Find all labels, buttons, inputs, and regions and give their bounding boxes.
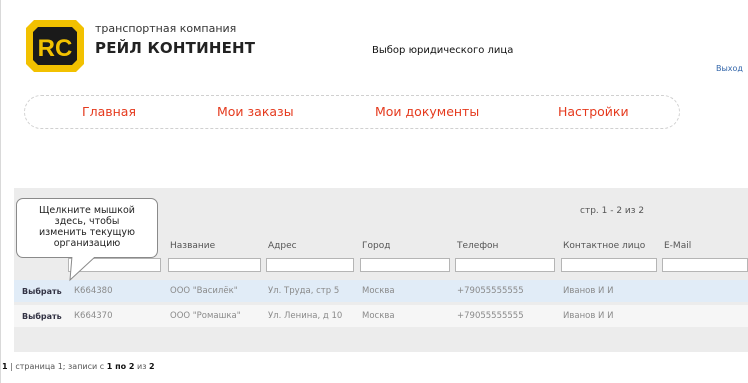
cell-name: ООО "Василёк" (170, 286, 238, 296)
cell-phone: +79055555555 (457, 311, 524, 321)
cell-address: Ул. Труда, стр 5 (268, 286, 340, 296)
company-type: транспортная компания (95, 22, 237, 35)
change-organization-tooltip: Щелкните мышкой здесь, чтобы изменить те… (16, 198, 158, 258)
records-of: из (134, 362, 150, 371)
filter-phone-input[interactable] (455, 258, 555, 272)
select-row-button[interactable]: Выбрать (22, 287, 62, 296)
cell-phone: +79055555555 (457, 286, 524, 296)
column-header-name[interactable]: Название (170, 241, 215, 251)
cell-contact: Иванов И И (563, 286, 614, 296)
svg-text:RC: RC (38, 35, 73, 62)
cell-contact: Иванов И И (563, 311, 614, 321)
cell-city: Москва (362, 311, 395, 321)
cell-name: ООО "Ромашка" (170, 311, 241, 321)
column-header-city[interactable]: Город (362, 241, 390, 251)
cell-code: К664380 (74, 286, 113, 296)
filter-address-input[interactable] (266, 258, 354, 272)
records-by: по (112, 362, 129, 371)
cell-address: Ул. Ленина, д 10 (268, 311, 343, 321)
filter-city-input[interactable] (360, 258, 450, 272)
nav-item-settings[interactable]: Настройки (558, 104, 629, 119)
rc-logo-icon: RC (26, 20, 84, 72)
tooltip-line: изменить текущую (38, 227, 136, 238)
cell-city: Москва (362, 286, 395, 296)
filter-contact-input[interactable] (561, 258, 657, 272)
filter-name-input[interactable] (168, 258, 261, 272)
cell-code: К664370 (74, 311, 113, 321)
pager-info: стр. 1 - 2 из 2 (580, 206, 645, 216)
company-name: РЕЙЛ КОНТИНЕНТ (95, 39, 256, 57)
column-header-address[interactable]: Адрес (268, 241, 297, 251)
column-header-contact[interactable]: Контактное лицо (563, 241, 645, 251)
table-row[interactable]: Выбрать К664370 ООО "Ромашка" Ул. Ленина… (14, 305, 748, 327)
logout-link[interactable]: Выход (716, 64, 743, 73)
select-row-button[interactable]: Выбрать (22, 312, 62, 321)
page-title: Выбор юридического лица (372, 45, 514, 56)
tooltip-line: Щелкните мышкой (39, 205, 135, 216)
column-header-phone[interactable]: Телефон (457, 241, 498, 251)
pagination-summary: 1 | страница 1; записи с 1 по 2 из 2 (2, 362, 155, 371)
nav-item-my-documents[interactable]: Мои документы (375, 104, 479, 119)
tooltip-line: здесь, чтобы (54, 216, 120, 227)
nav-item-my-orders[interactable]: Мои заказы (217, 104, 294, 119)
tooltip-pointer-icon (69, 256, 97, 282)
column-header-email[interactable]: E-Mail (664, 241, 691, 251)
records-total: 2 (149, 362, 155, 371)
filter-email-input[interactable] (662, 258, 748, 272)
pagination-text: | страница 1; записи с (7, 362, 107, 371)
nav-item-home[interactable]: Главная (82, 104, 136, 119)
table-row[interactable]: Выбрать К664380 ООО "Василёк" Ул. Труда,… (14, 280, 748, 302)
tooltip-line: организацию (53, 238, 121, 249)
